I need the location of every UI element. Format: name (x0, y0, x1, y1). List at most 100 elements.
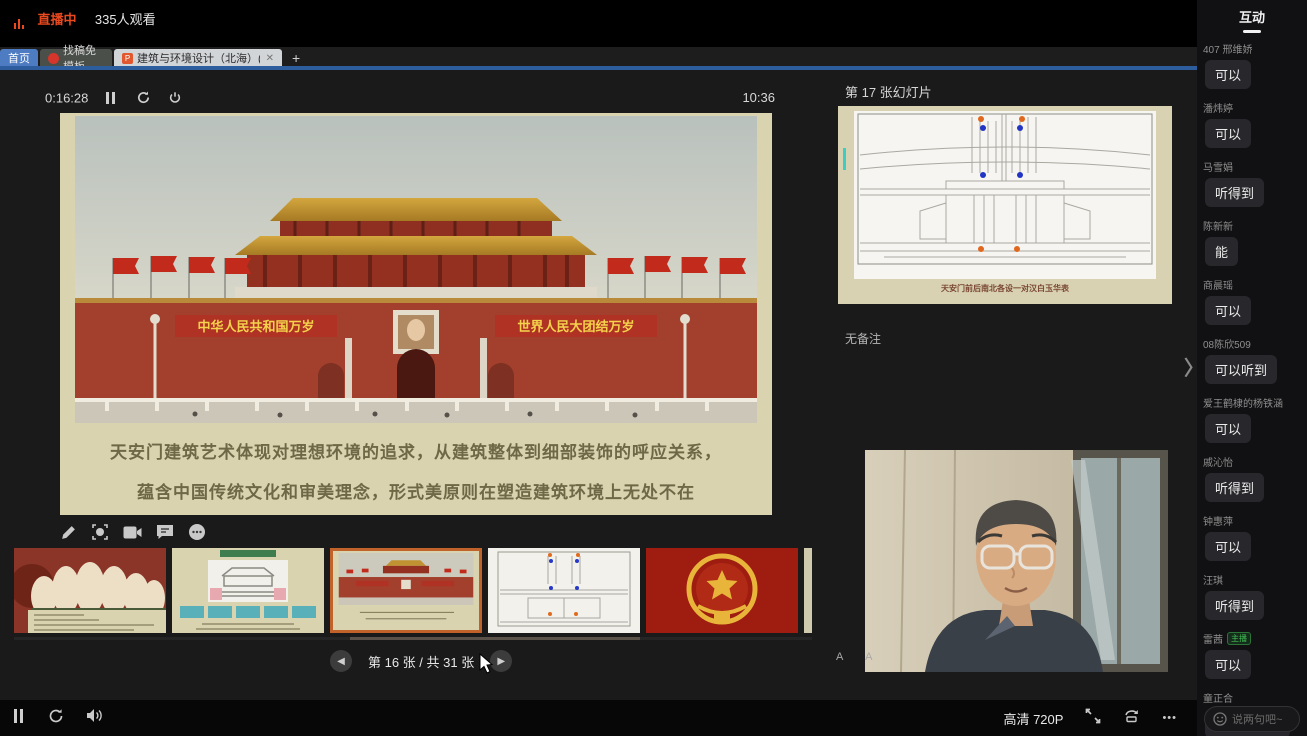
chat-username: 戚沁怡 (1203, 454, 1233, 469)
chat-bubble: 可以 (1205, 532, 1251, 561)
comment-icon[interactable] (156, 524, 174, 540)
tab-second[interactable]: 找稿免模板 (40, 49, 112, 67)
chat-panel-title: 互动 (1197, 0, 1307, 26)
slide-thumbnail-strip (14, 548, 812, 636)
emoji-icon[interactable] (1213, 712, 1227, 726)
chat-username: 钟惠萍 (1203, 513, 1233, 528)
next-slide-preview: 天安门前后南北各设一对汉白玉华表 (838, 106, 1172, 304)
chat-message: 钟惠萍 可以 (1203, 513, 1301, 561)
slide-thumbnail-3-selected[interactable] (330, 548, 482, 633)
tab-active-label: 建筑与环境设计（北海）(2).pptx (137, 50, 260, 66)
webcam-video (865, 450, 1168, 672)
speaker-notes: 无备注 (845, 330, 881, 347)
chat-message-list: 407 邢维娇 可以 潘炜婷 可以 马雪娟 (1197, 41, 1307, 736)
slide-thumbnail-4[interactable] (488, 548, 640, 633)
chat-username: 雷茜 (1203, 631, 1223, 646)
chat-message: 商晨瑶 可以 (1203, 277, 1301, 325)
gaoding-favicon-icon (48, 53, 59, 64)
font-size-icons[interactable]: A A (836, 651, 883, 663)
player-header: 0:16:28 10:36 (45, 90, 775, 110)
chat-bubble: 听得到 (1205, 473, 1264, 502)
tab-close-icon[interactable]: ✕ (266, 53, 274, 64)
chat-username: 潘炜婷 (1203, 100, 1233, 115)
ppt-favicon-icon: P (122, 53, 133, 64)
chat-bubble: 可以 (1205, 119, 1251, 148)
slide-caption-line2: 蕴含中国传统文化和审美理念，形式美原则在塑造建筑环境上无处不在 (60, 478, 772, 503)
presentation-slide: 中华人民共和国万岁 世界人民大团结万岁 (60, 113, 772, 515)
preview-slide-title: 第 17 张幻灯片 (845, 82, 932, 101)
slide-thumbnail-2[interactable] (172, 548, 324, 633)
laser-focus-icon[interactable] (91, 523, 109, 541)
tab-active-pptx[interactable]: P 建筑与环境设计（北海）(2).pptx ✕ (114, 49, 282, 67)
slide-thumbnail-1[interactable] (14, 548, 166, 633)
current-time: 10:36 (742, 90, 775, 105)
slide-counter: 第 16 张 / 共 31 张 (368, 652, 474, 671)
player-control-bar: 高清 720P ••• (0, 700, 1197, 736)
browser-tab-strip: 首页 找稿免模板 P 建筑与环境设计（北海）(2).pptx ✕ + 1 — ✕ (0, 47, 1197, 67)
volume-icon[interactable] (86, 708, 104, 728)
chat-username: 陈新新 (1203, 218, 1233, 233)
presenter-portrait (865, 450, 1168, 672)
chat-message: 雷茜 主播 可以 (1203, 631, 1301, 679)
banner-right-text: 世界人民大团结万岁 (517, 319, 634, 334)
chat-username: 爱王鹤棣的杨铁涵 (1203, 395, 1283, 410)
more-controls-icon[interactable]: ••• (1162, 712, 1177, 724)
fullscreen-icon[interactable] (1085, 708, 1101, 729)
app-window: 直播中 335人观看 首页 找稿免模板 P 建筑与环境设计（北海）(2).ppt… (0, 0, 1307, 736)
mouse-cursor (479, 653, 495, 675)
annotation-marker (843, 148, 846, 170)
chat-message: 08陈欣509 可以听到 (1203, 336, 1301, 384)
chat-message: 潘炜婷 可以 (1203, 100, 1301, 148)
chat-bubble: 听得到 (1205, 591, 1264, 620)
quality-selector[interactable]: 高清 720P (1003, 709, 1063, 728)
new-tab-button[interactable]: + (292, 50, 300, 66)
banner-left-text: 中华人民共和国万岁 (197, 319, 314, 334)
chat-bubble: 可以 (1205, 296, 1251, 325)
chat-username: 商晨瑶 (1203, 277, 1233, 292)
chat-username: 汪琪 (1203, 572, 1223, 587)
preview-slide-caption: 天安门前后南北各设一对汉白玉华表 (838, 283, 1172, 294)
reload-icon[interactable] (48, 708, 64, 729)
tab-home[interactable]: 首页 (0, 49, 38, 67)
live-label: 直播中 (37, 12, 76, 27)
chat-bubble: 可以 (1205, 60, 1251, 89)
camera-icon[interactable] (123, 525, 142, 540)
rotate-icon[interactable] (1123, 708, 1140, 728)
chat-bubble: 听得到 (1205, 178, 1264, 207)
chat-message: 戚沁怡 听得到 (1203, 454, 1301, 502)
prev-slide-button[interactable]: ◀ (330, 650, 352, 672)
chat-username: 407 邢维娇 (1203, 41, 1252, 56)
chat-panel: 互动 407 邢维娇 可以 潘炜婷 可以 (1197, 0, 1307, 736)
live-status-bar: 直播中 335人观看 (0, 0, 1197, 47)
tiananmen-photo: 中华人民共和国万岁 世界人民大团结万岁 (75, 116, 757, 423)
chat-username: 马雪娟 (1203, 159, 1233, 174)
host-badge: 主播 (1227, 632, 1251, 645)
chat-input[interactable]: 说两句吧~ (1204, 706, 1300, 732)
chat-username: 08陈欣509 (1203, 336, 1251, 351)
chat-message: 陈新新 能 (1203, 218, 1301, 266)
chat-message: 马雪娟 听得到 (1203, 159, 1301, 207)
chat-bubble: 可以听到 (1205, 355, 1277, 384)
slide-thumbnail-6[interactable] (804, 548, 812, 633)
pause-icon[interactable] (106, 92, 118, 107)
chat-bubble: 可以 (1205, 414, 1251, 443)
chat-username: 童正合 (1203, 690, 1233, 705)
more-options-icon[interactable] (188, 523, 206, 541)
refresh-icon[interactable] (136, 90, 151, 108)
play-pause-icon[interactable] (14, 709, 26, 728)
slide-caption-line1: 天安门建筑艺术体现对理想环境的追求，从建筑整体到细部装饰的呼应关系， (60, 438, 772, 463)
viewer-count: 335人观看 (95, 12, 156, 27)
architectural-plan-drawing (854, 111, 1156, 279)
chat-bubble: 可以 (1205, 650, 1251, 679)
thumbnail-scrollbar[interactable] (350, 637, 640, 640)
chat-title-underline (1243, 30, 1261, 33)
live-wave-icon (14, 11, 28, 23)
chat-message: 汪琪 听得到 (1203, 572, 1301, 620)
slide-thumbnail-5[interactable] (646, 548, 798, 633)
pencil-icon[interactable] (60, 524, 77, 541)
chat-input-placeholder: 说两句吧~ (1232, 711, 1282, 727)
annotation-toolbar (60, 521, 206, 543)
elapsed-time: 0:16:28 (45, 90, 88, 105)
chat-message: 407 邢维娇 可以 (1203, 41, 1301, 89)
power-icon[interactable] (168, 91, 182, 108)
